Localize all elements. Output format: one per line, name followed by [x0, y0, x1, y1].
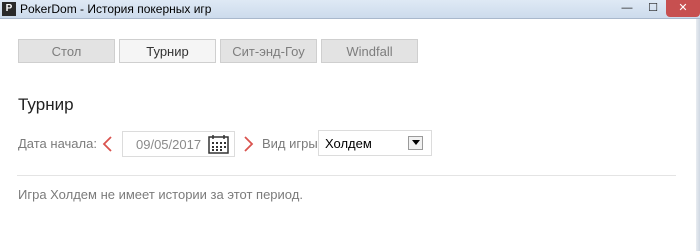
empty-history-message: Игра Холдем не имеет истории за этот пер…	[18, 187, 303, 202]
tab-windfall[interactable]: Windfall	[321, 39, 418, 63]
maximize-button[interactable]: ☐	[640, 0, 666, 17]
tab-tournament[interactable]: Турнир	[119, 39, 216, 63]
chevron-down-icon	[412, 140, 420, 145]
dropdown-button[interactable]	[408, 136, 423, 150]
page-title: Турнир	[18, 95, 74, 114]
chevron-left-icon	[102, 136, 112, 152]
main-content: Стол Турнир Сит-энд-Гоу Windfall Турнир …	[0, 19, 696, 251]
title-bar: P PokerDom - История покерных игр — ☐ ✕	[0, 0, 700, 19]
app-icon: P	[2, 2, 16, 16]
start-date-value: 09/05/2017	[136, 137, 202, 152]
prev-date-button[interactable]	[101, 135, 113, 153]
tab-sit-and-go[interactable]: Сит-энд-Гоу	[220, 39, 317, 63]
tab-table[interactable]: Стол	[18, 39, 115, 63]
minimize-button[interactable]: —	[614, 0, 640, 17]
game-type-select[interactable]: Холдем	[318, 130, 432, 156]
window-border	[696, 19, 700, 251]
game-type-label: Вид игры:	[262, 136, 322, 151]
calendar-icon[interactable]	[208, 135, 229, 154]
chevron-right-icon	[244, 136, 254, 152]
divider	[17, 175, 676, 176]
start-date-field[interactable]: 09/05/2017	[122, 131, 235, 157]
next-date-button[interactable]	[243, 135, 255, 153]
game-type-value: Холдем	[325, 136, 372, 151]
close-button[interactable]: ✕	[666, 0, 700, 17]
window-title: PokerDom - История покерных игр	[20, 2, 212, 16]
start-date-label: Дата начала:	[18, 136, 97, 151]
